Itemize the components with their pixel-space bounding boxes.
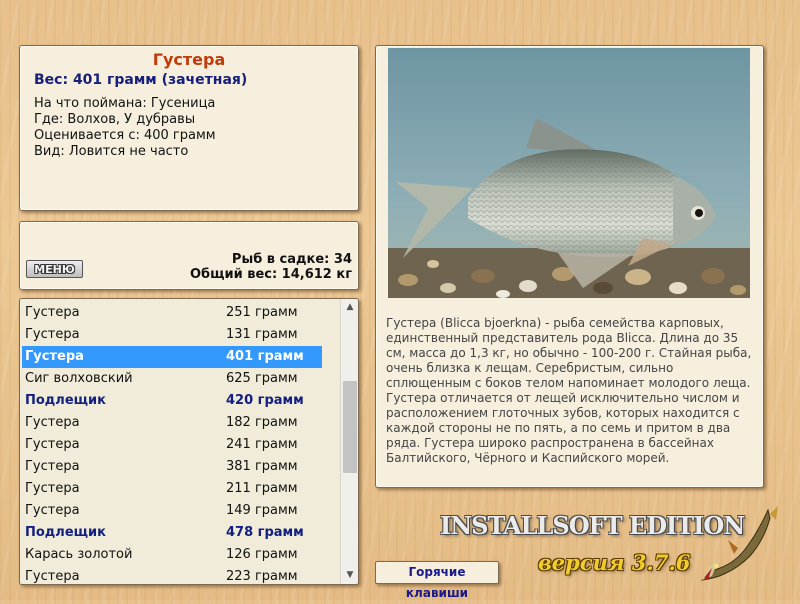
catch-list-row[interactable]: Густера 182 грамм [22, 412, 322, 434]
hotkeys-button[interactable]: Горячие клавиши [375, 561, 499, 600]
catch-fish-weight: 625 грамм [226, 371, 298, 386]
fish-name: Густера [152, 50, 226, 69]
catch-list-row[interactable]: Подлещик 420 грамм [22, 390, 322, 412]
catch-list-row[interactable]: Густера 211 грамм [22, 478, 322, 500]
list-scrollbar[interactable]: ▲ ▼ [340, 299, 358, 584]
catch-summary-panel: МЕНЮ Рыб в садке: 34 Общий вес: 14,612 к… [19, 221, 359, 290]
scroll-up-icon[interactable]: ▲ [341, 299, 358, 316]
fish-detail-panel: Густера (Blicca bjoerkna) - рыба семейст… [375, 45, 764, 488]
catch-fish-weight: 131 грамм [226, 327, 298, 342]
catch-fish-name: Подлещик [25, 525, 106, 540]
valued-from-text: Оценивается с: 400 грамм [34, 128, 216, 143]
location-text: Где: Волхов, У дубравы [34, 112, 196, 127]
catch-fish-name: Густера [25, 503, 80, 518]
catch-fish-weight: 223 грамм [226, 569, 298, 584]
catch-list[interactable]: Густера 251 грамм Густера 131 грамм Густера 4… [20, 299, 340, 584]
catch-fish-name: Густера [25, 305, 80, 320]
catch-list-row[interactable]: Густера 223 грамм [22, 566, 322, 584]
fish-photo [388, 48, 750, 298]
catch-list-row[interactable]: Подлещик 478 грамм [22, 522, 322, 544]
catch-list-row[interactable]: Карась золотой 126 грамм [22, 544, 322, 566]
caught-on-text: На что поймана: Гусеница [34, 96, 216, 111]
fish-description: Густера (Blicca bjoerkna) - рыба семейст… [386, 316, 752, 465]
catch-list-row[interactable]: Густера 251 грамм [22, 302, 322, 324]
version-label: версия 3.7.6 [538, 550, 691, 575]
fish-details: На что поймана: Гусеница Где: Волхов, У … [34, 96, 216, 160]
catch-fish-name: Густера [25, 349, 84, 364]
pike-logo-icon [698, 502, 780, 584]
catch-list-panel: Густера 251 грамм Густера 131 грамм Густера 4… [19, 298, 359, 585]
catch-list-row[interactable]: Сиг волховский 625 грамм [22, 368, 322, 390]
catch-fish-weight: 182 грамм [226, 415, 298, 430]
catch-fish-weight: 381 грамм [226, 459, 298, 474]
catch-fish-weight: 251 грамм [226, 305, 298, 320]
fish-weight: Вес: 401 грамм (зачетная) [34, 72, 248, 88]
catch-fish-weight: 126 грамм [226, 547, 298, 562]
catch-fish-weight: 401 грамм [226, 349, 304, 364]
catch-list-row[interactable]: Густера 401 грамм [22, 346, 322, 368]
catch-fish-weight: 211 грамм [226, 481, 298, 496]
catch-fish-name: Густера [25, 327, 80, 342]
catch-fish-name: Густера [25, 415, 80, 430]
fish-info-panel: Густера Вес: 401 грамм (зачетная) На что… [19, 45, 359, 211]
catch-fish-name: Густера [25, 459, 80, 474]
menu-button[interactable]: МЕНЮ [26, 260, 83, 278]
frequency-text: Вид: Ловится не часто [34, 144, 189, 159]
catch-fish-weight: 478 грамм [226, 525, 304, 540]
catch-fish-weight: 420 грамм [226, 393, 304, 408]
catch-count: Рыб в садке: 34 [231, 252, 352, 267]
catch-fish-name: Густера [25, 437, 80, 452]
scroll-down-icon[interactable]: ▼ [341, 567, 358, 584]
catch-list-row[interactable]: Густера 149 грамм [22, 500, 322, 522]
catch-list-row[interactable]: Густера 131 грамм [22, 324, 322, 346]
total-weight: Общий вес: 14,612 кг [189, 267, 352, 282]
catch-fish-name: Густера [25, 481, 80, 496]
catch-list-row[interactable]: Густера 381 грамм [22, 456, 322, 478]
scrollbar-thumb[interactable] [343, 381, 357, 473]
catch-fish-weight: 149 грамм [226, 503, 298, 518]
catch-fish-name: Густера [25, 569, 80, 584]
catch-fish-name: Карась золотой [25, 547, 133, 562]
catch-fish-name: Сиг волховский [25, 371, 133, 386]
catch-fish-weight: 241 грамм [226, 437, 298, 452]
catch-fish-name: Подлещик [25, 393, 106, 408]
catch-list-row[interactable]: Густера 241 грамм [22, 434, 322, 456]
